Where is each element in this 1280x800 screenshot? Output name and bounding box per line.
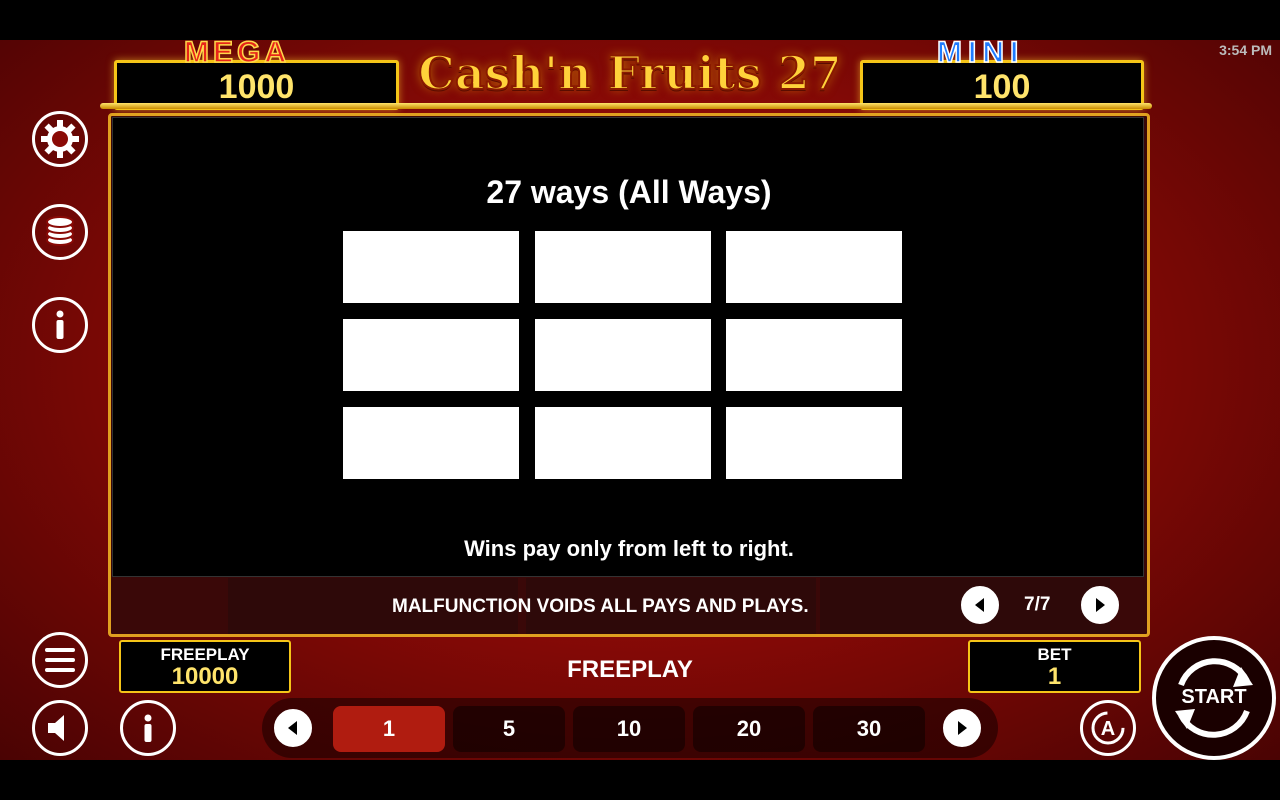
bet-option[interactable]: 5 (453, 706, 565, 752)
status-clock: 3:54 PM (1219, 42, 1272, 58)
ways-grid-cell (535, 319, 711, 391)
ways-grid-cell (726, 231, 902, 303)
info-button[interactable] (32, 297, 88, 353)
malfunction-disclaimer: MALFUNCTION VOIDS ALL PAYS AND PLAYS. (392, 596, 809, 617)
info-icon (144, 714, 152, 742)
settings-button[interactable] (32, 111, 88, 167)
ways-grid-cell (726, 319, 902, 391)
ways-grid-cell (343, 407, 519, 479)
sound-button[interactable] (32, 700, 88, 756)
chevron-left-icon (975, 598, 984, 612)
chevron-right-icon (1096, 598, 1105, 612)
next-page-button[interactable] (1081, 586, 1119, 624)
bet-option[interactable]: 20 (693, 706, 805, 752)
bet-option[interactable]: 30 (813, 706, 925, 752)
start-label: START (1181, 686, 1247, 708)
ways-grid-cell (535, 407, 711, 479)
ways-grid-cell (535, 231, 711, 303)
chevron-right-icon (958, 721, 967, 735)
autoplay-icon: A (1091, 711, 1125, 745)
bet-label: BET (1037, 645, 1072, 664)
bet-box: BET 1 (968, 640, 1141, 693)
credits-box: FREEPLAY 10000 (119, 640, 291, 693)
game-logo: Cash'n Fruits 27 (417, 45, 842, 101)
mode-label: FREEPLAY (567, 656, 693, 683)
bottom-bar (0, 760, 1280, 800)
paytable-title: 27 ways (All Ways) (486, 174, 772, 210)
ways-grid-cell (726, 407, 902, 479)
mega-jackpot-label: MEGA (183, 35, 290, 70)
bet-option[interactable]: 1 (333, 706, 445, 752)
svg-text:A: A (1101, 718, 1115, 740)
menu-icon (45, 648, 75, 672)
bet-value: 1 (1047, 663, 1062, 690)
autoplay-button[interactable]: A (1080, 700, 1136, 756)
status-bar (0, 0, 1280, 40)
credits-label: FREEPLAY (160, 645, 250, 664)
mini-jackpot-label: MINI (936, 35, 1025, 70)
ways-grid-cell (343, 231, 519, 303)
page-indicator: 7/7 (1024, 594, 1051, 615)
info-icon (56, 310, 64, 339)
speaker-icon (48, 715, 64, 741)
mini-jackpot-value: 100 (973, 68, 1031, 106)
coin-stack-icon (46, 216, 74, 246)
bet-decrease-button[interactable] (274, 709, 312, 747)
credits-value: 10000 (171, 663, 239, 690)
ways-grid-cell (343, 319, 519, 391)
game-info-button[interactable] (120, 700, 176, 756)
paytable-panel: 27 ways (All Ways) Wins pay only from le… (112, 117, 1144, 577)
chevron-left-icon (288, 721, 297, 735)
prev-page-button[interactable] (961, 586, 999, 624)
paytable-note: Wins pay only from left to right. (464, 536, 794, 561)
coins-button[interactable] (32, 204, 88, 260)
gear-icon (41, 120, 79, 158)
bet-increase-button[interactable] (943, 709, 981, 747)
menu-button[interactable] (32, 632, 88, 688)
bet-option[interactable]: 10 (573, 706, 685, 752)
mega-jackpot-value: 1000 (218, 68, 295, 106)
